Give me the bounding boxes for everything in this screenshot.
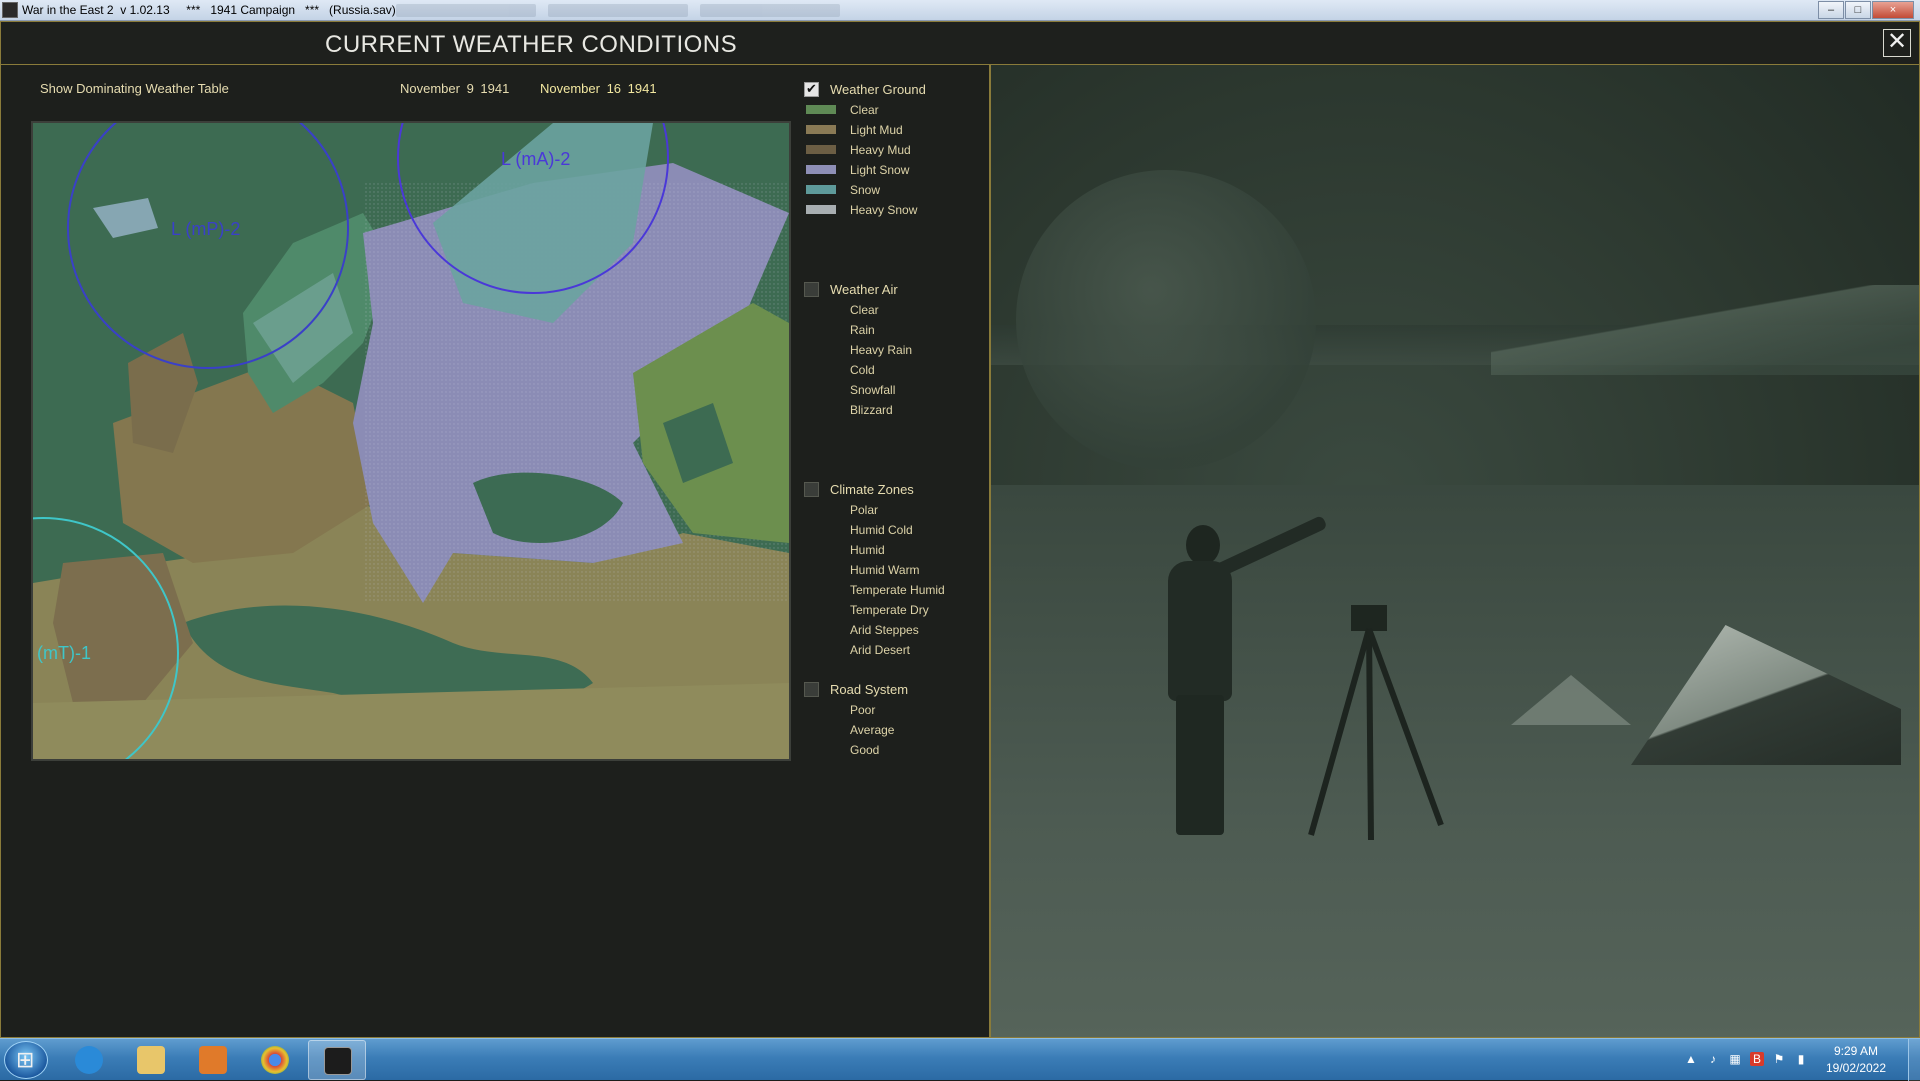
show-hidden-icons-icon[interactable]: ▲: [1684, 1052, 1698, 1066]
legend-item: Polar: [850, 503, 879, 517]
weather-map-graphic: L (mP)-2 L (mA)-2 (mT)-1: [33, 123, 789, 759]
legend-group-weather-ground[interactable]: Weather Ground: [801, 79, 986, 99]
weather-balloon: [1016, 170, 1316, 470]
taskbar-clock[interactable]: 9:29 AM 19/02/2022: [1816, 1043, 1896, 1077]
signal-icon[interactable]: ▮: [1794, 1052, 1808, 1066]
photo-mountains: [1491, 285, 1919, 375]
legend-item: Clear: [850, 303, 879, 317]
climate-zones-checkbox[interactable]: [804, 482, 819, 497]
background-photo: [990, 65, 1920, 1038]
legend-swatch: [806, 145, 836, 154]
legend-item: Heavy Mud: [801, 139, 986, 159]
legend-item: Humid Cold: [850, 523, 913, 537]
legend-item: Cold: [850, 363, 875, 377]
chrome-icon: [261, 1046, 289, 1074]
legend-item: Poor: [850, 703, 876, 717]
legend-swatch: [806, 185, 836, 194]
taskbar: ▲ ♪ ▦ B ⚑ ▮ 9:29 AM 19/02/2022: [0, 1038, 1920, 1081]
legend-item: Arid Desert: [850, 643, 911, 657]
legend-item: Arid Steppes: [850, 623, 919, 637]
legend-item: Humid Warm: [850, 563, 920, 577]
weather-map[interactable]: L (mP)-2 L (mA)-2 (mT)-1: [31, 121, 791, 761]
taskbar-app-media-player[interactable]: [184, 1040, 242, 1080]
pressure-label-mt: (mT)-1: [37, 643, 91, 663]
weather-panel: Show Dominating Weather Table November 9…: [0, 65, 990, 1038]
game-window: CURRENT WEATHER CONDITIONS ✕ Show Domina…: [0, 21, 1920, 1038]
b-app-icon[interactable]: B: [1750, 1052, 1764, 1066]
legend-swatch: [806, 205, 836, 214]
screen-title: CURRENT WEATHER CONDITIONS: [325, 31, 738, 58]
file-explorer-icon: [137, 1046, 165, 1074]
background-tabs: [390, 2, 990, 19]
legend-swatch: [806, 105, 836, 114]
network-icon[interactable]: ▦: [1728, 1052, 1742, 1066]
war-in-the-east-icon: [324, 1047, 352, 1075]
legend-item: Heavy Snow: [801, 199, 986, 219]
road-system-label: Road System: [830, 682, 909, 697]
legend-item: Light Snow: [801, 159, 986, 179]
legend-item: Clear: [801, 99, 986, 119]
legend-item: Blizzard: [850, 403, 893, 417]
window-close-button[interactable]: ×: [1872, 1, 1914, 19]
photo-tripod: [1308, 605, 1444, 841]
legend-item: Snowfall: [850, 383, 896, 397]
show-desktop-button[interactable]: [1908, 1039, 1920, 1081]
flag-icon[interactable]: ⚑: [1772, 1052, 1786, 1066]
weather-air-checkbox[interactable]: [804, 282, 819, 297]
photo-person: [1156, 514, 1328, 845]
legend-group-weather-air[interactable]: Weather Air: [801, 279, 986, 299]
legend-item: Temperate Dry: [850, 603, 929, 617]
map-legend: Weather Ground Clear Light Mud Heavy Mud…: [801, 79, 986, 759]
weather-ground-label: Weather Ground: [830, 82, 926, 97]
media-player-icon: [199, 1046, 227, 1074]
next-date[interactable]: November 16 1941: [540, 81, 657, 96]
legend-item: Temperate Humid: [850, 583, 945, 597]
system-tray: ▲ ♪ ▦ B ⚑ ▮ 9:29 AM 19/02/2022: [1680, 1039, 1920, 1081]
maximize-button[interactable]: □: [1845, 1, 1871, 19]
legend-item: Snow: [801, 179, 986, 199]
pressure-label-mp: L (mP)-2: [171, 219, 240, 239]
legend-group-climate-zones[interactable]: Climate Zones: [801, 479, 986, 499]
window-title: War in the East 2 v 1.02.13 *** 1941 Cam…: [22, 3, 396, 17]
legend-item: Heavy Rain: [850, 343, 913, 357]
climate-zones-label: Climate Zones: [830, 482, 914, 497]
minimize-button[interactable]: –: [1818, 1, 1844, 19]
pressure-label-ma: L (mA)-2: [501, 149, 570, 169]
clock-time: 9:29 AM: [1833, 1044, 1879, 1058]
clock-date: 19/02/2022: [1825, 1061, 1887, 1075]
legend-swatch: [806, 125, 836, 134]
legend-item: Good: [850, 743, 880, 757]
legend-swatch: [806, 165, 836, 174]
legend-item: Rain: [850, 323, 875, 337]
taskbar-app-chrome[interactable]: [246, 1040, 304, 1080]
legend-item: Light Mud: [801, 119, 986, 139]
legend-item: Average: [850, 723, 895, 737]
app-icon: [2, 2, 18, 18]
window-titlebar: War in the East 2 v 1.02.13 *** 1941 Cam…: [0, 0, 1920, 21]
legend-group-road-system[interactable]: Road System: [801, 679, 986, 699]
legend-item: Humid: [850, 543, 885, 557]
start-button[interactable]: [4, 1041, 48, 1079]
screen-header: CURRENT WEATHER CONDITIONS ✕: [0, 21, 1920, 65]
road-system-checkbox[interactable]: [804, 682, 819, 697]
dominating-weather-table-toggle[interactable]: Show Dominating Weather Table: [40, 81, 229, 96]
taskbar-app-internet-explorer[interactable]: [60, 1040, 118, 1080]
screen-close-button[interactable]: ✕: [1883, 29, 1911, 57]
taskbar-app-file-explorer[interactable]: [122, 1040, 180, 1080]
weather-ground-checkbox[interactable]: [804, 81, 819, 97]
volume-icon[interactable]: ♪: [1706, 1052, 1720, 1066]
weather-air-label: Weather Air: [830, 282, 898, 297]
taskbar-app-war-in-the-east[interactable]: [308, 1040, 366, 1080]
internet-explorer-icon: [75, 1046, 103, 1074]
current-date[interactable]: November 9 1941: [400, 81, 509, 96]
